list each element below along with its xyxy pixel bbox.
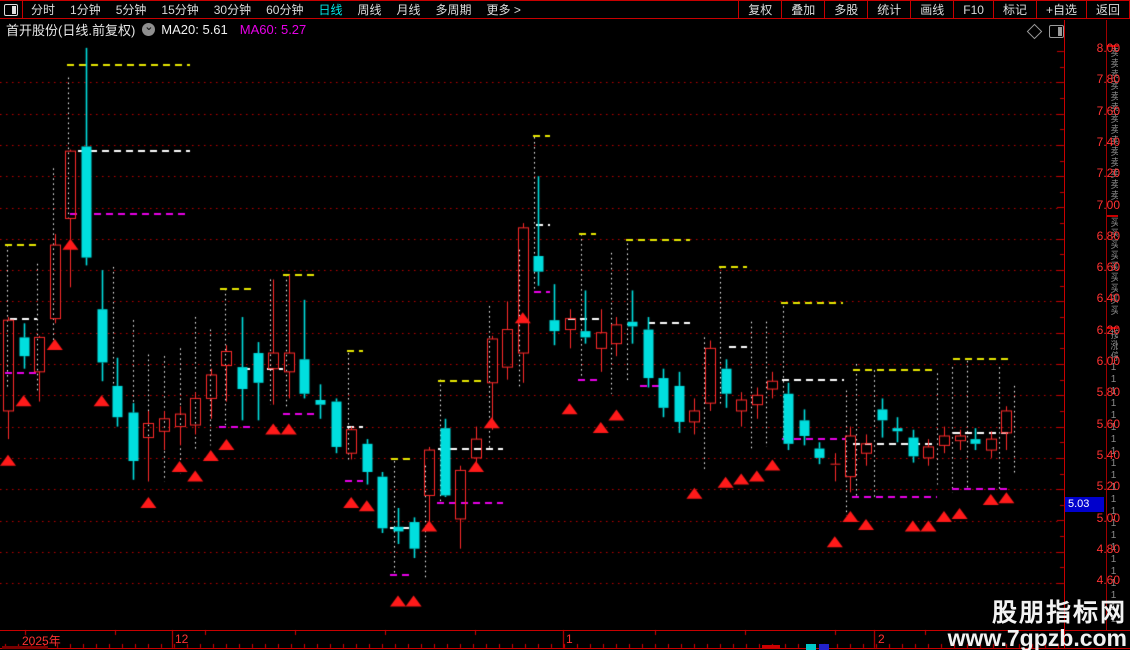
tool-button-叠加[interactable]: 叠加 (781, 0, 824, 19)
layout-panel-icon[interactable] (4, 3, 18, 16)
price-label-6.60: 6.60 (1096, 260, 1120, 275)
date-label-2: 2 (878, 632, 885, 646)
ma20-value: MA20: 5.61 (161, 22, 228, 37)
period-tab-30分钟[interactable]: 30分钟 (214, 1, 251, 18)
price-label-5.60: 5.60 (1096, 416, 1120, 431)
stock-title: 首开股份(日线.前复权) (6, 23, 136, 38)
price-label-7.20: 7.20 (1096, 166, 1120, 181)
price-label-7.00: 7.00 (1096, 197, 1120, 212)
period-tab-60分钟[interactable]: 60分钟 (266, 1, 303, 18)
period-tab-月线[interactable]: 月线 (397, 1, 421, 18)
price-label-6.40: 6.40 (1096, 291, 1120, 306)
watermark: 股朋指标网 www.7gpzb.com (948, 601, 1127, 650)
period-tab-分时[interactable]: 分时 (31, 1, 55, 18)
price-label-6.80: 6.80 (1096, 228, 1120, 243)
watermark-url: www.7gpzb.com (947, 624, 1127, 650)
period-tab-周线[interactable]: 周线 (357, 1, 381, 18)
chevron-down-icon[interactable] (142, 20, 156, 36)
price-label-6.20: 6.20 (1096, 322, 1120, 337)
candlestick-chart-canvas[interactable] (0, 40, 1130, 650)
chart-titlebar: 首开股份(日线.前复权) MA20: 5.61 MA60: 5.27 (0, 19, 1130, 40)
period-tab-5分钟[interactable]: 5分钟 (116, 1, 147, 18)
tool-button-多股[interactable]: 多股 (824, 0, 867, 19)
date-label-1: 1 (566, 632, 573, 646)
tool-button-统计[interactable]: 统计 (867, 0, 910, 19)
price-label-7.80: 7.80 (1096, 72, 1120, 87)
period-tab-更多 >[interactable]: 更多 > (487, 1, 521, 18)
tdx-stock-chart-window: { "menubar": { "left_items": [ {"label":… (0, 0, 1130, 650)
price-label-5.00: 5.00 (1096, 510, 1120, 525)
tool-button-+自选[interactable]: +自选 (1035, 0, 1086, 19)
tool-button-F10[interactable]: F10 (953, 0, 993, 19)
period-tab-15分钟[interactable]: 15分钟 (161, 1, 198, 18)
price-axis-line (1064, 20, 1065, 648)
period-menu: 分时 1分钟 5分钟 15分钟 30分钟 60分钟 日线 周线 月线 多周期 更多 > (23, 1, 521, 18)
diamond-icon[interactable] (1026, 23, 1043, 40)
price-label-6.00: 6.00 (1096, 354, 1120, 368)
price-label-8.00: 8.00 (1096, 41, 1120, 55)
watermark-site-name: 股朋指标网 (991, 599, 1127, 628)
price-label-7.60: 7.60 (1096, 103, 1120, 118)
tools-menu: 复权 叠加 多股 统计 画线 F10 标记 +自选 返回 (738, 0, 1130, 19)
ma60-value: MA60: 5.27 (239, 22, 307, 37)
tool-button-返回[interactable]: 返回 (1085, 0, 1130, 19)
current-price-tag: 5.03 (1065, 497, 1104, 512)
bottom-pane-fragment (762, 645, 780, 648)
bottom-pane-fragment (819, 644, 829, 650)
period-tab-日线[interactable]: 日线 (318, 1, 342, 18)
tool-button-画线[interactable]: 画线 (910, 0, 953, 19)
bottom-pane-fragment (806, 644, 816, 650)
price-label-4.60: 4.60 (1096, 573, 1120, 588)
price-label-5.20: 5.20 (1096, 479, 1120, 494)
tool-button-标记[interactable]: 标记 (992, 0, 1036, 19)
price-label-5.40: 5.40 (1096, 447, 1120, 462)
price-label-5.80: 5.80 (1096, 385, 1120, 400)
tool-button-复权[interactable]: 复权 (738, 0, 781, 19)
split-window-icon[interactable] (1049, 25, 1064, 38)
price-label-7.40: 7.40 (1096, 134, 1120, 149)
date-label-2025年: 2025年 (22, 634, 61, 648)
period-tab-1分钟[interactable]: 1分钟 (70, 1, 101, 18)
quote-panel-clipped-text: 卖卖卖卖卖卖卖卖卖卖卖卖卖卖 (1107, 45, 1118, 215)
date-label-12: 12 (175, 632, 189, 646)
price-label-4.80: 4.80 (1096, 541, 1120, 556)
top-menubar: 分时 1分钟 5分钟 15分钟 30分钟 60分钟 日线 周线 月线 多周期 更多 > 复权 叠加 多股… (0, 0, 1130, 19)
period-tab-多周期[interactable]: 多周期 (436, 1, 472, 18)
